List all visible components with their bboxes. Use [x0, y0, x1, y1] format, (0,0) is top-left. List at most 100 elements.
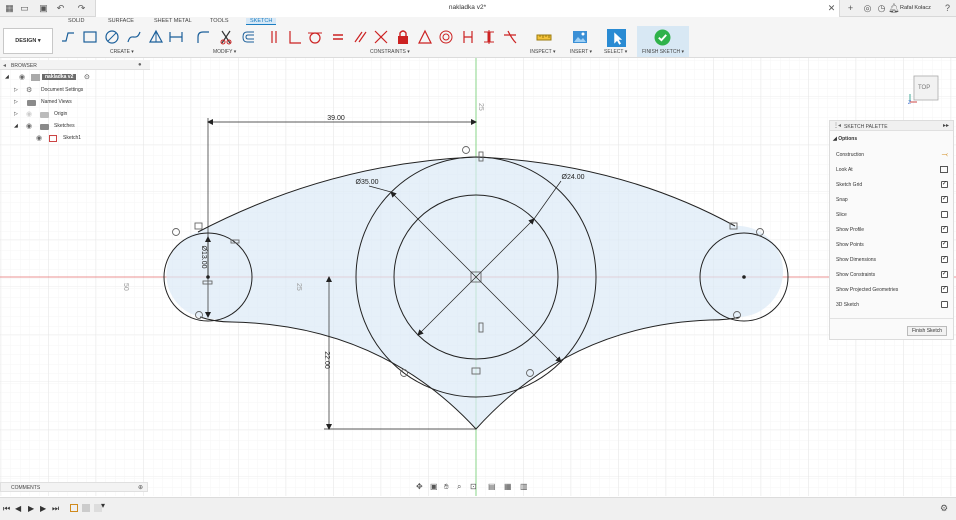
dimension-tool-icon[interactable]: [168, 29, 184, 45]
eye-icon[interactable]: ◉: [36, 134, 42, 142]
tree-item-sketches[interactable]: ◢ ◉ Sketches: [14, 122, 144, 132]
tree-item-document-settings[interactable]: ▷ ⚙ Document Settings: [14, 86, 144, 96]
option-3d-sketch[interactable]: 3D Sketch: [836, 299, 948, 311]
redo-icon[interactable]: ↷: [76, 3, 87, 14]
eye-icon[interactable]: ◉: [26, 122, 32, 130]
modify-menu[interactable]: MODIFY ▾: [213, 49, 236, 55]
option-show-projected-geometries[interactable]: Show Projected Geometries ✓: [836, 284, 948, 296]
play-icon[interactable]: ▶: [28, 504, 34, 513]
palette-finish-sketch-button[interactable]: Finish Sketch: [907, 326, 947, 336]
dimension-height-label[interactable]: 22.00: [323, 351, 330, 369]
select-menu[interactable]: SELECT ▾: [604, 49, 627, 55]
grid-settings-icon[interactable]: ▦: [504, 482, 512, 491]
fit-icon[interactable]: ⊡: [470, 482, 477, 491]
show-profile-checkbox[interactable]: ✓: [941, 226, 948, 233]
view-cube[interactable]: Z TOP: [905, 72, 943, 108]
spline-tool-icon[interactable]: [126, 29, 142, 45]
step-back-icon[interactable]: ◀: [15, 504, 21, 513]
insert-image-icon[interactable]: [572, 29, 588, 45]
comments-panel[interactable]: COMMENTS ⊕: [0, 482, 148, 492]
save-icon[interactable]: ▣: [38, 3, 49, 14]
user-name[interactable]: Rafał Kołacz: [900, 5, 931, 11]
option-sketch-grid[interactable]: Sketch Grid ✓: [836, 179, 948, 191]
notification-icon[interactable]: 🔔︎: [888, 3, 899, 14]
slice-checkbox[interactable]: [941, 211, 948, 218]
option-show-dimensions[interactable]: Show Dimensions ✓: [836, 254, 948, 266]
help-icon[interactable]: ?: [942, 3, 953, 14]
sketch-feature-icon[interactable]: [70, 504, 78, 512]
option-look-at[interactable]: Look At: [836, 164, 948, 176]
option-snap[interactable]: Snap ✓: [836, 194, 948, 206]
collinear-constraint-icon[interactable]: [373, 29, 389, 45]
tab-sheet-metal[interactable]: SHEET METAL: [154, 18, 192, 24]
eye-hidden-icon[interactable]: ◉: [26, 110, 32, 118]
show-dimensions-checkbox[interactable]: ✓: [941, 256, 948, 263]
option-slice[interactable]: Slice: [836, 209, 948, 221]
concentric-constraint-icon[interactable]: [438, 29, 454, 45]
snap-checkbox[interactable]: ✓: [941, 196, 948, 203]
tree-item-sketch1[interactable]: ◉ Sketch1: [34, 134, 144, 144]
dimension-width-label[interactable]: 39.00: [327, 115, 345, 122]
pan-icon[interactable]: ✋︎: [444, 482, 449, 492]
tree-item-named-views[interactable]: ▷ Named Views: [14, 98, 144, 108]
look-at-icon[interactable]: [940, 166, 948, 173]
tree-item-origin[interactable]: ▷ ◉ Origin: [14, 110, 144, 120]
finish-sketch-button[interactable]: FINISH SKETCH ▾: [637, 26, 689, 57]
viewports-icon[interactable]: ▥: [520, 482, 528, 491]
collapse-icon[interactable]: ◂: [3, 62, 6, 69]
document-tab[interactable]: nakladka v2* ✕: [95, 0, 840, 17]
options-section[interactable]: ◢ Options: [833, 136, 857, 142]
expand-icon[interactable]: ◢: [5, 74, 9, 80]
curvature-constraint-icon[interactable]: [502, 29, 518, 45]
show-projected-geometries-checkbox[interactable]: ✓: [941, 286, 948, 293]
coincident-constraint-icon[interactable]: [266, 29, 282, 45]
fix-constraint-icon[interactable]: [395, 29, 411, 45]
fillet-tool-icon[interactable]: [195, 29, 211, 45]
orbit-icon[interactable]: ✥: [416, 482, 423, 491]
browser-header[interactable]: ◂ BROWSER ●: [0, 60, 150, 70]
browser-pin-icon[interactable]: ●: [138, 62, 142, 68]
show-constraints-checkbox[interactable]: ✓: [941, 271, 948, 278]
rectangle-tool-icon[interactable]: [82, 29, 98, 45]
expand-icon[interactable]: ▷: [14, 87, 18, 93]
grid-icon[interactable]: ▦: [4, 3, 15, 14]
feature-icon[interactable]: [82, 504, 90, 512]
option-show-profile[interactable]: Show Profile ✓: [836, 224, 948, 236]
timeline-settings-icon[interactable]: ⚙: [940, 503, 948, 514]
design-workspace-button[interactable]: DESIGN ▾: [3, 28, 53, 54]
job-status-icon[interactable]: ◎: [862, 3, 873, 14]
midpoint-constraint-icon[interactable]: [417, 29, 433, 45]
tangent-constraint-icon[interactable]: [307, 29, 323, 45]
inspect-menu[interactable]: INSPECT ▾: [530, 49, 555, 55]
3d-sketch-checkbox[interactable]: [941, 301, 948, 308]
constraints-menu[interactable]: CONSTRAINTS ▾: [370, 49, 410, 55]
create-menu[interactable]: CREATE ▾: [110, 49, 134, 55]
activate-radio-icon[interactable]: ⊙: [84, 73, 90, 81]
expand-icon[interactable]: ◢: [14, 123, 18, 129]
collapse-icon[interactable]: ◂: [838, 122, 841, 129]
step-forward-icon[interactable]: ▶: [40, 504, 46, 513]
select-tool-button[interactable]: [607, 29, 626, 47]
parallel-constraint-icon[interactable]: [352, 29, 368, 45]
zoom-icon[interactable]: ⌕: [457, 482, 461, 492]
expand-icon[interactable]: ▷: [14, 111, 18, 117]
sketch-grid-checkbox[interactable]: ✓: [941, 181, 948, 188]
line-tool-icon[interactable]: [60, 29, 76, 45]
trim-tool-icon[interactable]: [218, 29, 234, 45]
undo-icon[interactable]: ↶: [55, 3, 66, 14]
tab-surface[interactable]: SURFACE: [108, 18, 134, 24]
equal-constraint-icon[interactable]: [330, 29, 346, 45]
tree-item-root[interactable]: ◢ ◉ nakladka v2 ⊙: [4, 73, 144, 83]
perpendicular-constraint-icon[interactable]: [287, 29, 303, 45]
right-center-point[interactable]: [742, 275, 746, 279]
construction-icon[interactable]: ⤙: [942, 150, 948, 160]
measure-tool-icon[interactable]: [536, 29, 552, 45]
expand-panel-icon[interactable]: ▸▸: [943, 122, 949, 129]
option-construction[interactable]: Construction ⤙: [836, 149, 948, 161]
add-tab-icon[interactable]: +: [845, 3, 856, 14]
go-to-start-icon[interactable]: ⏮: [3, 504, 10, 514]
sketch-palette-header[interactable]: ⋮ ◂ SKETCH PALETTE ▸▸: [830, 121, 953, 131]
option-show-points[interactable]: Show Points ✓: [836, 239, 948, 251]
close-icon[interactable]: ✕: [826, 3, 837, 14]
dimension-big-circle-label[interactable]: Ø35.00: [356, 179, 379, 186]
